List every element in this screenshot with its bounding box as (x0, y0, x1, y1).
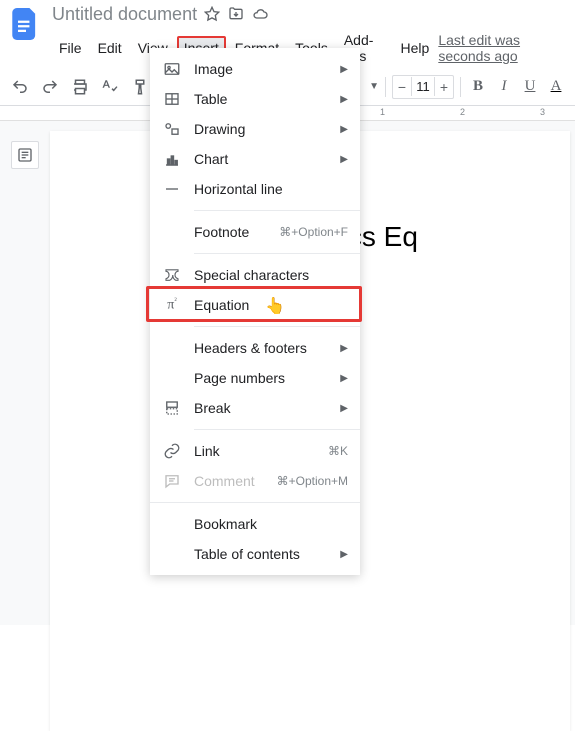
none-icon (162, 544, 182, 564)
menu-item-table[interactable]: Table▶ (150, 84, 360, 114)
menu-edit[interactable]: Edit (91, 36, 129, 60)
bold-button[interactable]: B (467, 76, 489, 98)
hr-icon (162, 179, 182, 199)
none-icon (162, 368, 182, 388)
menu-item-equation[interactable]: π² Equation (150, 290, 360, 320)
menu-separator (194, 326, 360, 327)
menu-separator (194, 429, 360, 430)
menu-separator (194, 210, 360, 211)
menu-item-label: Chart (194, 151, 340, 167)
comment-icon (162, 471, 182, 491)
submenu-arrow-icon: ▶ (340, 94, 348, 105)
font-size-decrease[interactable]: − (393, 79, 411, 95)
menu-item-label: Break (194, 400, 340, 416)
last-edit-link[interactable]: Last edit was seconds ago (438, 32, 567, 64)
menu-item-chart[interactable]: Chart▶ (150, 144, 360, 174)
menu-shortcut: ⌘K (328, 444, 348, 458)
menu-item-label: Table of contents (194, 546, 340, 562)
submenu-arrow-icon: ▶ (340, 64, 348, 75)
menu-item-footnote[interactable]: Footnote⌘+Option+F (150, 217, 360, 247)
break-icon (162, 398, 182, 418)
none-icon (162, 514, 182, 534)
menu-item-bookmark[interactable]: Bookmark (150, 509, 360, 539)
drawing-icon (162, 119, 182, 139)
menu-item-label: Equation (194, 297, 348, 313)
menu-item-image[interactable]: Image▶ (150, 54, 360, 84)
print-button[interactable] (68, 75, 92, 99)
italic-button[interactable]: I (493, 76, 515, 98)
toolbar-separator (385, 77, 386, 97)
menu-item-page-numbers[interactable]: Page numbers▶ (150, 363, 360, 393)
menu-item-label: Bookmark (194, 516, 348, 532)
document-outline-button[interactable] (11, 141, 39, 169)
toolbar-separator (460, 77, 461, 97)
menu-item-label: Drawing (194, 121, 340, 137)
font-size-increase[interactable]: + (435, 79, 453, 95)
underline-button[interactable]: U (519, 76, 541, 98)
menu-item-label: Image (194, 61, 340, 77)
font-size-control: − 11 + (392, 75, 454, 99)
menu-item-drawing[interactable]: Drawing▶ (150, 114, 360, 144)
submenu-arrow-icon: ▶ (340, 403, 348, 414)
menu-item-label: Special characters (194, 267, 348, 283)
ruler-mark: 1 (380, 107, 385, 117)
font-size-value[interactable]: 11 (411, 77, 435, 96)
menu-item-label: Link (194, 443, 328, 459)
submenu-arrow-icon: ▶ (340, 549, 348, 560)
menu-separator (150, 502, 360, 503)
document-title[interactable]: Untitled document (52, 4, 197, 25)
menu-item-link[interactable]: Link⌘K (150, 436, 360, 466)
move-icon[interactable] (227, 5, 245, 23)
menu-item-label: Horizontal line (194, 181, 348, 197)
omega-icon (162, 265, 182, 285)
menu-separator (194, 253, 360, 254)
submenu-arrow-icon: ▶ (340, 373, 348, 384)
menu-item-label: Comment (194, 473, 277, 489)
styles-dropdown-arrow[interactable]: ▼ (369, 81, 379, 92)
paint-format-button[interactable] (128, 75, 152, 99)
menu-help[interactable]: Help (394, 36, 437, 60)
menu-item-comment: Comment⌘+Option+M (150, 466, 360, 496)
menu-item-break[interactable]: Break▶ (150, 393, 360, 423)
image-icon (162, 59, 182, 79)
menu-item-label: Footnote (194, 224, 279, 240)
menu-shortcut: ⌘+Option+F (279, 225, 348, 239)
menu-item-label: Table (194, 91, 340, 107)
table-icon (162, 89, 182, 109)
link-icon (162, 441, 182, 461)
pi-icon: π² (162, 295, 182, 315)
submenu-arrow-icon: ▶ (340, 154, 348, 165)
star-icon[interactable] (203, 5, 221, 23)
menu-item-headers-footers[interactable]: Headers & footers▶ (150, 333, 360, 363)
none-icon (162, 222, 182, 242)
ruler-mark: 2 (460, 107, 465, 117)
menu-item-horizontal-line[interactable]: Horizontal line (150, 174, 360, 204)
text-color-button[interactable]: A (545, 76, 567, 98)
submenu-arrow-icon: ▶ (340, 343, 348, 354)
menu-item-table-of-contents[interactable]: Table of contents▶ (150, 539, 360, 569)
cloud-status-icon[interactable] (251, 5, 269, 23)
spellcheck-button[interactable] (98, 75, 122, 99)
chart-icon (162, 149, 182, 169)
menu-file[interactable]: File (52, 36, 89, 60)
ruler-mark: 3 (540, 107, 545, 117)
menu-item-special-characters[interactable]: Special characters (150, 260, 360, 290)
menu-shortcut: ⌘+Option+M (277, 474, 348, 488)
insert-menu-dropdown: Image▶Table▶Drawing▶Chart▶Horizontal lin… (150, 48, 360, 575)
menu-item-label: Headers & footers (194, 340, 340, 356)
none-icon (162, 338, 182, 358)
submenu-arrow-icon: ▶ (340, 124, 348, 135)
menu-item-label: Page numbers (194, 370, 340, 386)
docs-logo[interactable] (8, 6, 44, 42)
undo-button[interactable] (8, 75, 32, 99)
redo-button[interactable] (38, 75, 62, 99)
